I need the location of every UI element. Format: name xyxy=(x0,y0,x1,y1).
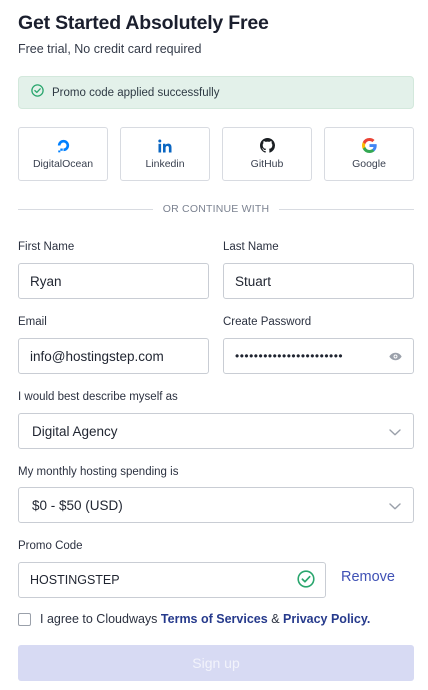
spending-value: $0 - $50 (USD) xyxy=(32,497,123,513)
terms-link[interactable]: Terms of Services xyxy=(161,612,268,626)
last-name-input[interactable]: Stuart xyxy=(223,263,414,299)
last-name-value: Stuart xyxy=(235,273,272,289)
first-name-value: Ryan xyxy=(30,273,62,289)
remove-promo-link[interactable]: Remove xyxy=(341,569,395,585)
password-value: ••••••••••••••••••••••• xyxy=(235,349,344,363)
spending-select[interactable]: $0 - $50 (USD) xyxy=(18,487,414,523)
first-name-input[interactable]: Ryan xyxy=(18,263,209,299)
promo-code-label: Promo Code xyxy=(18,540,83,552)
chevron-down-icon xyxy=(389,424,401,439)
promo-success-alert: Promo code applied successfully xyxy=(18,76,414,109)
digitalocean-button[interactable]: DigitalOcean xyxy=(18,127,108,181)
check-circle-icon xyxy=(297,569,315,591)
oauth-label: Linkedin xyxy=(145,157,185,170)
github-icon xyxy=(259,138,275,153)
promo-code-value: HOSTINGSTEP xyxy=(30,573,120,587)
linkedin-button[interactable]: Linkedin xyxy=(120,127,210,181)
or-continue-divider: OR CONTINUE WITH xyxy=(18,202,415,216)
oauth-label: Google xyxy=(352,158,386,170)
signup-button[interactable]: Sign up xyxy=(18,645,414,681)
oauth-label: DigitalOcean xyxy=(32,158,94,170)
oauth-buttons: DigitalOcean Linkedin GitHub Google xyxy=(18,127,414,181)
password-input[interactable]: ••••••••••••••••••••••• xyxy=(223,338,414,374)
describe-label: I would best describe myself as xyxy=(18,391,178,403)
github-button[interactable]: GitHub xyxy=(222,127,312,181)
page-title: Get Started Absolutely Free xyxy=(18,12,269,34)
google-button[interactable]: Google xyxy=(324,127,414,181)
digitalocean-icon xyxy=(56,138,71,153)
first-name-label: First Name xyxy=(18,241,75,253)
agree-amp: & xyxy=(271,612,280,626)
agree-prefix: I agree to Cloudways xyxy=(40,612,158,626)
last-name-label: Last Name xyxy=(223,241,279,253)
divider-line xyxy=(18,208,153,210)
password-label: Create Password xyxy=(223,316,312,328)
describe-select[interactable]: Digital Agency xyxy=(18,413,414,449)
page-subtitle: Free trial, No credit card required xyxy=(18,42,202,56)
promo-code-input[interactable]: HOSTINGSTEP xyxy=(18,562,326,598)
check-circle-icon xyxy=(31,83,44,102)
email-label: Email xyxy=(18,316,47,328)
google-icon xyxy=(361,138,377,153)
eye-icon[interactable] xyxy=(381,352,409,361)
chevron-down-icon xyxy=(389,498,401,513)
terms-checkbox[interactable] xyxy=(18,612,31,626)
linkedin-icon xyxy=(158,139,172,153)
spending-label: My monthly hosting spending is xyxy=(18,466,179,478)
terms-agreement: I agree to Cloudways Terms of Services &… xyxy=(18,612,370,626)
divider-line xyxy=(279,208,415,210)
divider-text: OR CONTINUE WITH xyxy=(162,203,270,215)
email-input[interactable]: info@hostingstep.com xyxy=(18,338,209,374)
privacy-link[interactable]: Privacy Policy. xyxy=(283,612,370,626)
promo-alert-text: Promo code applied successfully xyxy=(52,86,220,99)
describe-value: Digital Agency xyxy=(32,423,118,439)
email-value: info@hostingstep.com xyxy=(30,348,164,364)
oauth-label: GitHub xyxy=(250,158,284,170)
